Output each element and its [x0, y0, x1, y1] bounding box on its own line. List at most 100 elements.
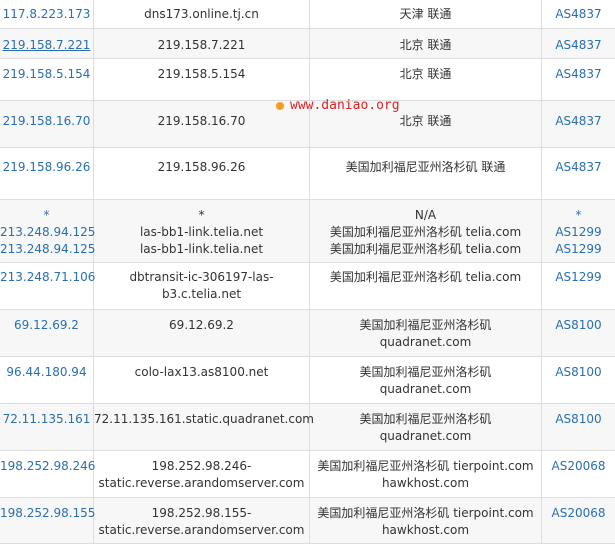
- location-cell: 美国加利福尼亚州洛杉矶 联通: [310, 148, 542, 199]
- location-cell-text: 北京 联通: [399, 114, 452, 128]
- location-cell: 美国加利福尼亚州洛杉矶 quadranet.com: [310, 310, 542, 356]
- location-cell-text: 美国加利福尼亚州洛杉矶 tierpoint.com: [317, 459, 534, 473]
- location-cell-text: 美国加利福尼亚州洛杉矶: [359, 318, 492, 332]
- hostname-cell: 219.158.96.26: [94, 148, 310, 199]
- location-cell: 美国加利福尼亚州洛杉矶 tierpoint.com hawkhost.com: [310, 451, 542, 497]
- asn-cell: AS20068: [542, 498, 615, 543]
- location-cell-text: N/A: [414, 208, 437, 222]
- ip-cell: 219.158.5.154: [0, 59, 94, 100]
- location-cell-text: 美国加利福尼亚州洛杉矶 tierpoint.com: [317, 506, 534, 520]
- location-cell: 美国加利福尼亚州洛杉矶 telia.com: [310, 263, 542, 309]
- table-row: 198.252.98.246 198.252.98.246- static.reve…: [0, 451, 615, 498]
- asn-cell-text: *: [575, 208, 582, 222]
- location-cell-text: 北京 联通: [399, 67, 452, 81]
- ip-cell: 219.158.16.70: [0, 101, 94, 147]
- watermark-text: www.daniao.org: [290, 98, 400, 113]
- asn-cell-text[interactable]: AS8100: [542, 317, 615, 334]
- location-cell-text: 美国加利福尼亚州洛杉矶: [359, 365, 492, 379]
- table-row: 198.252.98.155 198.252.98.155- static.reve…: [0, 498, 615, 544]
- ip-cell-text[interactable]: 219.158.16.70: [0, 113, 93, 130]
- table-row: 96.44.180.94 colo-lax13.as8100.net 美国加利福尼亚…: [0, 357, 615, 404]
- asn-cell: AS20068: [542, 451, 615, 497]
- location-cell: 北京 联通: [310, 59, 542, 100]
- asn-cell: AS8100: [542, 310, 615, 356]
- hostname-cell-text: las-bb1-link.telia.net: [139, 225, 264, 239]
- asn-cell-text[interactable]: AS4837: [542, 37, 615, 54]
- ip-cell-text[interactable]: 117.8.223.173: [0, 6, 93, 23]
- hostname-cell-text: colo-lax13.as8100.net: [134, 365, 269, 379]
- ip-cell-text[interactable]: 213.248.94.125: [0, 241, 95, 258]
- ip-cell: 213.248.71.106: [0, 263, 95, 309]
- ip-cell: 219.158.96.26: [0, 148, 94, 199]
- hostname-cell: 219.158.7.221: [94, 29, 310, 58]
- asn-cell: AS1299: [542, 263, 615, 309]
- ip-cell: 198.252.98.155: [0, 498, 95, 543]
- location-cell-text: quadranet.com: [379, 382, 472, 396]
- ip-cell-text[interactable]: 219.158.7.221: [0, 37, 93, 54]
- ip-cell: 117.8.223.173: [0, 0, 94, 28]
- ip-cell-text: *: [43, 208, 50, 222]
- table-row: 219.158.5.154 219.158.5.154 北京 联通 AS4837: [0, 59, 615, 101]
- location-cell: 天津 联通: [310, 0, 542, 28]
- asn-cell-text[interactable]: AS1299: [542, 241, 615, 258]
- asn-cell-text[interactable]: AS1299: [542, 224, 615, 241]
- ip-cell: * 213.248.94.125 213.248.94.125: [0, 200, 95, 262]
- table-row: 117.8.223.173 dns173.online.tj.cn 天津 联通 AS4…: [0, 0, 615, 29]
- ip-cell-text[interactable]: 213.248.94.125: [0, 224, 95, 241]
- hostname-cell: 198.252.98.155- static.reverse.arandomser…: [94, 498, 310, 543]
- asn-cell: AS8100: [542, 404, 615, 450]
- asn-cell-text[interactable]: AS4837: [542, 6, 615, 23]
- ip-cell: 198.252.98.246: [0, 451, 95, 497]
- table-row: 219.158.7.221 219.158.7.221 北京 联通 AS4837: [0, 29, 615, 59]
- asn-cell-text[interactable]: AS20068: [542, 505, 615, 522]
- ip-cell-text[interactable]: 72.11.135.161: [0, 411, 93, 428]
- asn-cell-text[interactable]: AS4837: [542, 66, 615, 83]
- asn-cell-text[interactable]: AS8100: [542, 411, 615, 428]
- asn-cell-text[interactable]: AS1299: [542, 269, 615, 286]
- ip-cell: 72.11.135.161: [0, 404, 94, 450]
- asn-cell: * AS1299 AS1299: [542, 200, 615, 262]
- table-row: * 213.248.94.125 213.248.94.125 * las-bb1-li…: [0, 200, 615, 263]
- hostname-cell-text: 69.12.69.2: [169, 318, 234, 332]
- asn-cell-text[interactable]: AS8100: [542, 364, 615, 381]
- hostname-cell-text: static.reverse.arandomserver.com: [98, 523, 305, 537]
- hostname-cell-text: b3.c.telia.net: [161, 287, 242, 301]
- asn-cell-text[interactable]: AS4837: [542, 113, 615, 130]
- ip-cell: 96.44.180.94: [0, 357, 94, 403]
- ip-cell-text[interactable]: 219.158.5.154: [0, 66, 93, 83]
- hostname-cell-text: 198.252.98.246-: [151, 459, 252, 473]
- ip-cell-text[interactable]: 219.158.96.26: [0, 159, 93, 176]
- location-cell: 北京 联通: [310, 29, 542, 58]
- table-row: 69.12.69.2 69.12.69.2 美国加利福尼亚州洛杉矶 quadranet…: [0, 310, 615, 357]
- asn-cell: AS4837: [542, 0, 615, 28]
- hostname-cell: colo-lax13.as8100.net: [94, 357, 310, 403]
- location-cell-text: 美国加利福尼亚州洛杉矶 telia.com: [329, 242, 522, 256]
- asn-cell-text[interactable]: AS4837: [542, 159, 615, 176]
- dot-icon: [276, 101, 284, 110]
- ip-cell-text[interactable]: 69.12.69.2: [0, 317, 93, 334]
- table-row: 219.158.96.26 219.158.96.26 美国加利福尼亚州洛杉矶 联通…: [0, 148, 615, 200]
- location-cell-text: 美国加利福尼亚州洛杉矶 telia.com: [329, 225, 522, 239]
- hostname-cell: 69.12.69.2: [94, 310, 310, 356]
- asn-cell-text[interactable]: AS20068: [542, 458, 615, 475]
- watermark: www.daniao.org: [276, 98, 400, 113]
- table-row: 72.11.135.161 72.11.135.161.static.quadra…: [0, 404, 615, 451]
- ip-cell-text[interactable]: 198.252.98.155: [0, 505, 95, 522]
- ip-cell-text[interactable]: 213.248.71.106: [0, 269, 95, 286]
- hostname-cell-text: *: [198, 208, 205, 222]
- asn-cell: AS8100: [542, 357, 615, 403]
- hostname-cell-text: 219.158.96.26: [157, 160, 246, 174]
- ip-cell-text[interactable]: 198.252.98.246: [0, 458, 95, 475]
- ip-cell-text[interactable]: 96.44.180.94: [0, 364, 93, 381]
- location-cell-text: hawkhost.com: [381, 523, 470, 537]
- location-cell: 美国加利福尼亚州洛杉矶 quadranet.com: [310, 404, 542, 450]
- hostname-cell-text: las-bb1-link.telia.net: [139, 242, 264, 256]
- ip-cell: 69.12.69.2: [0, 310, 94, 356]
- hostname-cell-text: 219.158.7.221: [157, 38, 246, 52]
- hostname-cell-text: dns173.online.tj.cn: [144, 7, 259, 21]
- table-row: 213.248.71.106 dbtransit-ic-306197-las-b3…: [0, 263, 615, 310]
- hostname-cell: * las-bb1-link.telia.net las-bb1-link.teli…: [94, 200, 310, 262]
- location-cell: N/A 美国加利福尼亚州洛杉矶 telia.com 美国加利福尼亚州洛杉矶 teli…: [310, 200, 542, 262]
- location-cell-text: quadranet.com: [379, 429, 472, 443]
- location-cell-text: quadranet.com: [379, 335, 472, 349]
